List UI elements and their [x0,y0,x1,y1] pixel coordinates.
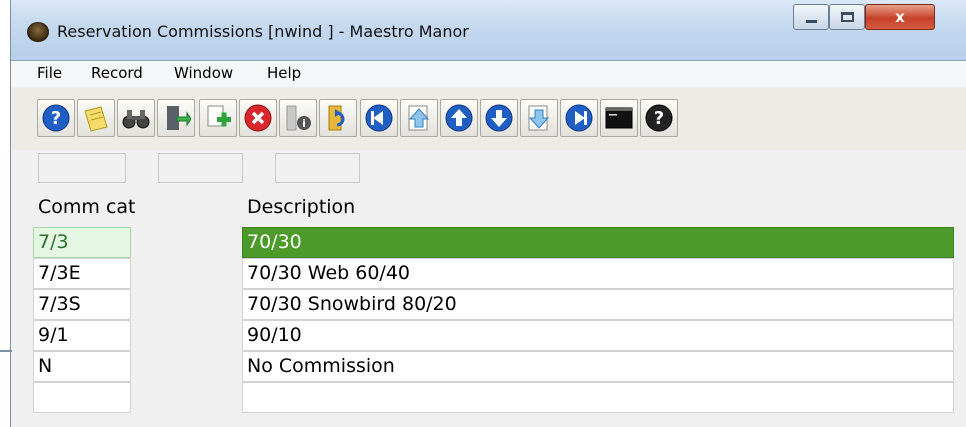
table-row-code[interactable] [33,382,131,413]
toolbar: ? i ? [11,88,966,150]
binoculars-icon [122,110,150,129]
help-icon: ? [42,104,70,132]
console-button[interactable] [600,99,638,137]
next-page-button[interactable] [520,99,558,137]
filter-box[interactable] [275,153,360,183]
first-record-button[interactable] [360,99,398,137]
filter-box[interactable] [38,153,126,183]
next-record-button[interactable] [480,99,518,137]
table-row-description[interactable]: 70/30 [242,227,954,258]
svg-text:i: i [302,117,306,130]
close-button[interactable]: x [865,4,935,30]
info-icon: i [286,105,311,131]
menu-window[interactable]: Window [174,64,233,82]
minimize-icon [806,20,817,23]
info-button[interactable]: i [279,99,317,137]
refresh-button[interactable] [319,99,357,137]
maximize-button[interactable] [829,4,865,30]
table-row-description[interactable]: 90/10 [242,320,954,351]
close-icon: x [895,8,905,26]
column-header-comm-cat: Comm cat [38,196,136,218]
help-button[interactable]: ? [37,99,75,137]
table-row-code[interactable]: 9/1 [33,320,131,351]
filter-boxes [11,150,966,188]
table-row-code[interactable]: 7/3E [33,258,131,289]
menu-record[interactable]: Record [91,64,143,82]
table-row-code[interactable]: 7/3 [33,227,131,258]
column-header-description: Description [247,196,356,218]
last-record-icon [565,104,593,132]
minimize-button[interactable] [793,4,829,30]
svg-text:?: ? [654,108,664,129]
new-record-icon [207,105,231,127]
table-row-code[interactable]: N [33,351,131,382]
delete-record-icon [244,104,272,132]
title-bar[interactable]: Reservation Commissions [nwind ] - Maest… [11,0,966,61]
table-row-code[interactable]: 7/3S [33,289,131,320]
maximize-icon [841,12,854,22]
refresh-icon [328,105,345,131]
previous-record-button[interactable] [440,99,478,137]
previous-page-icon [408,105,430,131]
menu-file[interactable]: File [37,64,62,82]
svg-text:?: ? [51,108,61,129]
new-record-button[interactable] [199,99,237,137]
next-page-icon [528,105,550,131]
window-edge-divider [0,350,12,352]
delete-record-button[interactable] [239,99,277,137]
last-record-button[interactable] [560,99,598,137]
app-icon [27,22,49,42]
menu-help[interactable]: Help [267,64,301,82]
exit-button[interactable] [157,99,195,137]
menu-bar: File Record Window Help [11,61,966,87]
notes-button[interactable] [77,99,115,137]
previous-page-button[interactable] [400,99,438,137]
first-record-icon [365,104,393,132]
table-row-description[interactable]: 70/30 Snowbird 80/20 [242,289,954,320]
table-row-description[interactable]: 70/30 Web 60/40 [242,258,954,289]
filter-box[interactable] [158,153,243,183]
table-row-description[interactable]: No Commission [242,351,954,382]
context-help-icon: ? [645,104,673,132]
context-help-button[interactable]: ? [640,99,678,137]
previous-record-icon [445,104,473,132]
notes-icon [84,106,108,132]
next-record-icon [485,104,513,132]
console-icon [605,107,633,129]
exit-door-icon [167,106,191,130]
app-window: Reservation Commissions [nwind ] - Maest… [10,0,966,427]
table-row-description[interactable] [242,382,954,413]
search-button[interactable] [117,99,155,137]
window-title: Reservation Commissions [nwind ] - Maest… [57,22,469,41]
